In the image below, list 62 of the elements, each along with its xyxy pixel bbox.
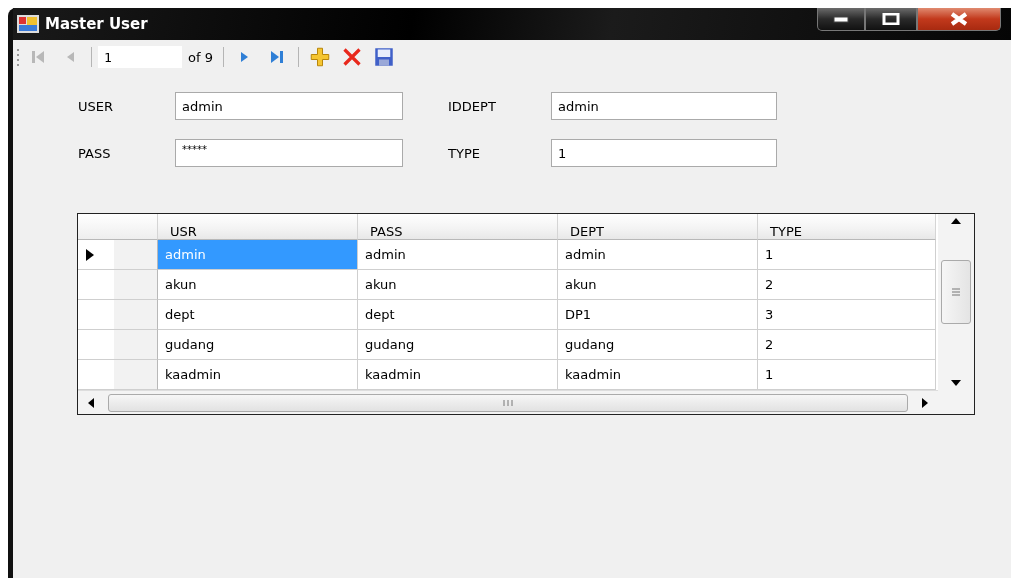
scroll-left-icon [88,397,94,408]
field-label: PASS [78,145,112,161]
field-label: IDDEPT [448,98,497,114]
close-icon [948,12,970,26]
close-button[interactable] [917,8,1001,31]
field-label: TYPE [448,145,481,161]
table-cell: dept [358,300,558,330]
minimize-button[interactable] [817,8,865,31]
table-cell: DP1 [558,300,758,330]
delete-icon [340,47,363,67]
maximize-icon [882,13,900,25]
row-header[interactable] [78,300,158,330]
save-icon [373,47,394,67]
scroll-up-icon [951,218,961,224]
column-header[interactable]: PASS [358,214,558,240]
table-cell: admin [558,240,758,270]
row-header[interactable] [78,240,158,270]
table-cell: dept [158,300,358,330]
field-label: USER [78,98,114,114]
vertical-scrollbar[interactable] [938,214,974,390]
record-count: of 9 [187,49,214,65]
grip-icon [503,398,513,407]
grip-icon [17,47,21,67]
position-field[interactable]: 1 [98,46,182,68]
table-cell: kaadmin [158,360,358,390]
table-cell: akun [158,270,358,300]
table-cell: kaadmin [358,360,558,390]
table-cell: 1 [758,240,936,270]
table-cell: gudang [158,330,358,360]
window-title: Master User [45,15,149,33]
table-cell: admin [158,240,358,270]
column-header[interactable]: TYPE [758,214,936,240]
minimize-icon [833,15,849,23]
table-cell: 2 [758,330,936,360]
table-cell: 2 [758,270,936,300]
scroll-right-icon [922,397,928,408]
text-field[interactable]: admin [175,92,403,120]
table-cell: 1 [758,360,936,390]
text-field[interactable]: 1 [551,139,777,167]
table-cell: akun [358,270,558,300]
text-field[interactable]: admin [551,92,777,120]
current-row-icon [86,248,94,261]
row-header[interactable] [78,330,158,360]
column-header[interactable]: USR [158,214,358,240]
row-header[interactable] [78,270,158,300]
column-header[interactable]: DEPT [558,214,758,240]
grip-icon [951,288,961,296]
table-cell: kaadmin [558,360,758,390]
table-cell: gudang [358,330,558,360]
plus-icon [309,47,330,67]
maximize-button[interactable] [865,8,917,31]
table-cell: gudang [558,330,758,360]
last-record-icon [268,49,285,65]
horizontal-scrollbar[interactable] [78,390,938,414]
row-header[interactable] [78,360,158,390]
first-record-icon [30,49,46,65]
app-icon [17,15,39,33]
scroll-down-icon [951,380,961,386]
password-field[interactable]: ***** [175,139,403,167]
table-cell: admin [358,240,558,270]
table-cell: akun [558,270,758,300]
table-cell: 3 [758,300,936,330]
